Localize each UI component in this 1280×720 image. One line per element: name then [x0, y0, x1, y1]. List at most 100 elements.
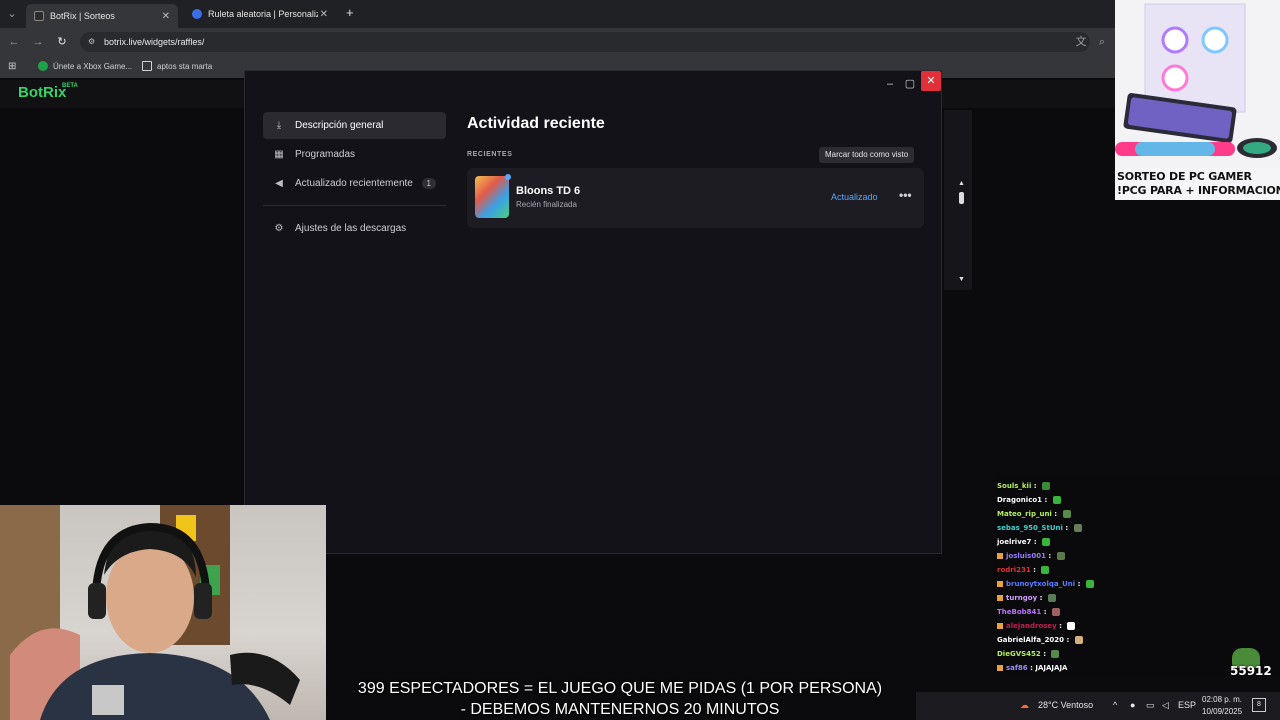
chat-username[interactable]: DieGVS452: [997, 650, 1041, 658]
scroll-up-icon[interactable]: ▲: [958, 180, 965, 187]
url-input[interactable]: ⚙ botrix.live/widgets/raffles/: [80, 32, 1090, 52]
scroll-down-icon[interactable]: ▼: [958, 276, 965, 283]
close-window-button[interactable]: ✕: [921, 71, 941, 91]
chat-username[interactable]: joelrive7: [997, 538, 1031, 546]
botrix-favicon-icon: [34, 11, 44, 21]
subscriber-badge-icon: [997, 581, 1003, 587]
sidebar-item-label: Programadas: [295, 149, 356, 160]
tab-title: Ruleta aleatoria | Personaliza y: [208, 9, 318, 19]
more-options-icon[interactable]: •••: [899, 188, 912, 202]
chat-emote-icon: [1085, 580, 1094, 588]
volume-icon[interactable]: ◁: [1162, 700, 1169, 711]
subscriber-badge-icon: [997, 665, 1003, 671]
chat-username[interactable]: sebas_950_StUni: [997, 524, 1063, 532]
close-tab-icon[interactable]: ✕: [162, 11, 170, 22]
chat-username[interactable]: alejandrosey: [1006, 622, 1057, 630]
minimize-icon[interactable]: –: [881, 75, 899, 93]
bookmark-xbox[interactable]: Únete a Xbox Game...: [38, 61, 132, 71]
microphone-icon[interactable]: ●: [1130, 700, 1135, 710]
count-badge: 1: [421, 178, 436, 189]
back-icon[interactable]: ←: [6, 34, 22, 50]
chat-emote-icon: [1067, 622, 1076, 630]
chat-separator: :: [1064, 636, 1072, 644]
chat-emote-icon: [1052, 496, 1061, 504]
forward-icon[interactable]: →: [30, 34, 46, 50]
chat-separator: :: [1031, 538, 1040, 546]
chat-message: saf86 : JAJAJAJA: [997, 664, 1067, 672]
chat-separator: :: [1062, 524, 1071, 532]
chat-message: Mateo_rip_uni :: [997, 510, 1071, 518]
chat-username[interactable]: TheBob841: [997, 608, 1041, 616]
chat-username[interactable]: Dragonico1: [997, 496, 1042, 504]
tab-botrix[interactable]: BotRix | Sorteos ✕: [26, 4, 178, 28]
chat-separator: :: [1051, 510, 1060, 518]
game-title: Bloons TD 6: [516, 185, 581, 197]
site-info-icon[interactable]: ⚙: [88, 32, 95, 52]
mark-all-seen-button[interactable]: Marcar todo como visto: [819, 147, 915, 163]
xbox-icon: [38, 61, 48, 71]
language-indicator[interactable]: ESP: [1178, 700, 1196, 710]
sidebar-item-label: Ajustes de las descargas: [295, 223, 407, 234]
sidebar-item-label: Descripción general: [295, 120, 384, 131]
sidebar-divider: [263, 205, 446, 206]
sidebar-item-recently-updated[interactable]: ◀ Actualizado recientemente 1: [263, 170, 446, 197]
reload-icon[interactable]: ↻: [54, 34, 70, 50]
game-cover-image: [475, 176, 509, 218]
subscriber-badge-icon: [997, 553, 1003, 559]
address-bar: ← → ↻ ⚙ botrix.live/widgets/raffles/ 文 ⌕: [0, 28, 1115, 56]
tab-ruleta[interactable]: Ruleta aleatoria | Personaliza y ✕: [184, 4, 336, 24]
viewer-count: 55912: [1230, 664, 1272, 678]
chevron-up-icon[interactable]: ^: [1113, 700, 1117, 710]
apps-icon[interactable]: ⊞: [8, 61, 16, 72]
chat-username[interactable]: rodri231: [997, 566, 1031, 574]
sidebar-item-download-settings[interactable]: ⚙ Ajustes de las descargas: [263, 215, 446, 242]
chat-separator: :: [1041, 608, 1049, 616]
download-icon: ⤓: [276, 120, 282, 131]
list-item[interactable]: Bloons TD 6 Recién finalizada Actualizad…: [467, 168, 924, 228]
chat-username[interactable]: Mateo_rip_uni: [997, 510, 1052, 518]
bookmark-folder[interactable]: aptos sta marta: [142, 61, 212, 71]
new-tab-button[interactable]: +: [346, 5, 354, 20]
zoom-icon[interactable]: ⌕: [1094, 34, 1110, 50]
chat-username[interactable]: GabrielAlfa_2020: [997, 636, 1064, 644]
updated-link[interactable]: Actualizado: [831, 192, 878, 202]
background-panel: ▲ ▼: [944, 110, 972, 290]
chat-message: alejandrosey :: [997, 622, 1076, 630]
chat-message: brunoytxolqa_Uni :: [997, 580, 1094, 588]
notifications-icon[interactable]: 8: [1252, 698, 1266, 712]
weather-icon[interactable]: ☁: [1020, 700, 1029, 711]
chat-username[interactable]: turngoy: [1006, 594, 1037, 602]
downloads-window: – ▢ ✕ ⤓ Descripción general ▦ Programada…: [244, 70, 942, 554]
network-icon[interactable]: ▭: [1146, 700, 1155, 711]
chat-emote-icon: [1042, 538, 1051, 546]
tab-list-icon[interactable]: ⌄: [4, 6, 20, 22]
chat-message: Dragonico1 :: [997, 496, 1061, 504]
chat-emote-icon: [1042, 482, 1051, 490]
chat-emote-icon: [1051, 650, 1060, 658]
chat-emote-icon: [1051, 608, 1060, 616]
sidebar-item-scheduled[interactable]: ▦ Programadas: [263, 141, 446, 168]
weather-text[interactable]: 28°C Ventoso: [1038, 700, 1093, 710]
calendar-icon: ▦: [274, 149, 284, 160]
maximize-icon[interactable]: ▢: [901, 75, 919, 93]
clock-time[interactable]: 02:08 p. m.: [1202, 695, 1242, 704]
pc-giveaway-promo: SORTEO DE PC GAMER !PCG PARA + INFORMACI…: [1115, 0, 1280, 200]
chat-username[interactable]: brunoytxolqa_Uni: [1006, 580, 1075, 588]
chat-username[interactable]: Souls_kii: [997, 482, 1031, 490]
promo-command: !PCG PARA + INFORMACION: [1117, 184, 1280, 197]
chat-emote-icon: [1041, 566, 1050, 574]
chat-username[interactable]: saf86: [1006, 664, 1028, 672]
chat-message: josluis001 :: [997, 552, 1065, 560]
translate-icon[interactable]: 文: [1073, 34, 1089, 50]
chat-username[interactable]: josluis001: [1006, 552, 1046, 560]
sidebar-item-label: Actualizado recientemente: [295, 178, 413, 189]
sidebar-item-overview[interactable]: ⤓ Descripción general: [263, 112, 446, 139]
clock-date[interactable]: 10/09/2025: [1202, 707, 1242, 716]
chat-emote-icon: [1047, 594, 1056, 602]
chat-message: rodri231 :: [997, 566, 1050, 574]
game-status: Recién finalizada: [516, 200, 577, 209]
botrix-logo[interactable]: BotRix: [18, 84, 66, 101]
chat-message: GabrielAlfa_2020 :: [997, 636, 1083, 644]
scrollbar-thumb[interactable]: [959, 192, 964, 204]
close-tab-icon[interactable]: ✕: [320, 9, 328, 20]
